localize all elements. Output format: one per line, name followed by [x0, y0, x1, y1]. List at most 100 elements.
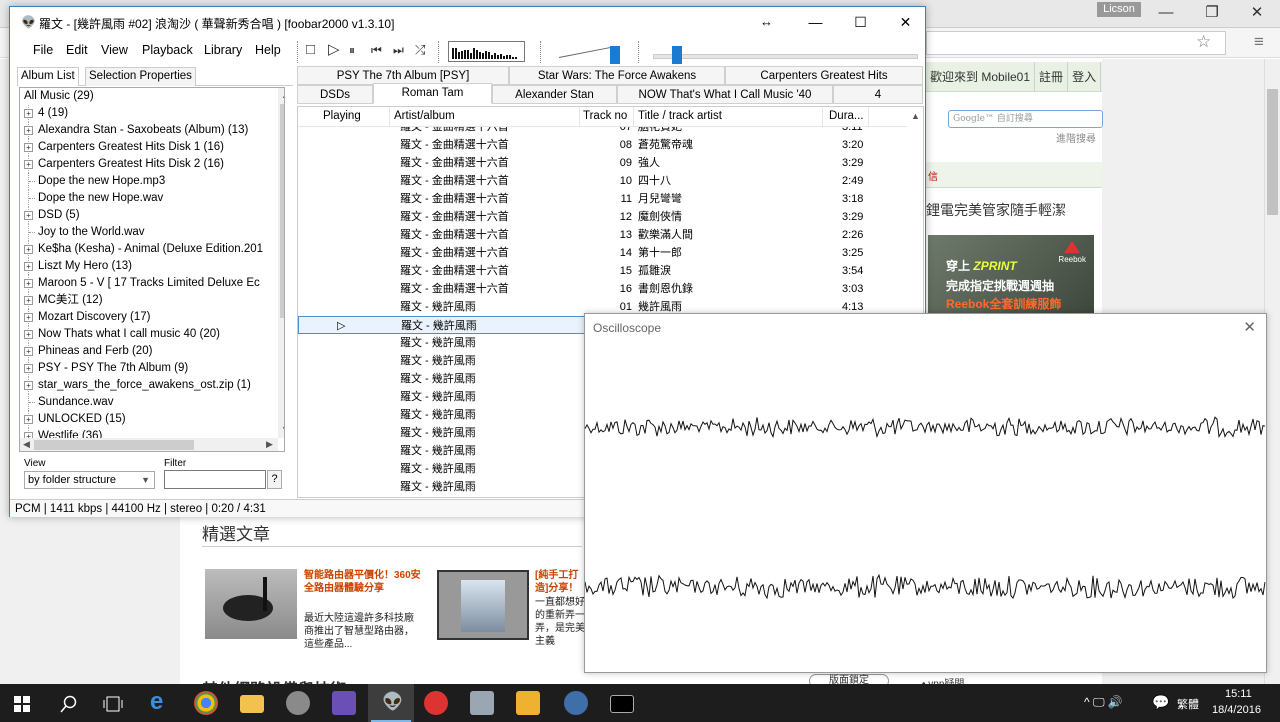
random-button[interactable]: ⤮	[415, 42, 425, 58]
previous-button[interactable]: ⏮	[371, 42, 382, 58]
col-duration[interactable]: Dura...	[829, 110, 864, 122]
menu-view[interactable]: View	[101, 43, 128, 57]
menu-file[interactable]: File	[33, 43, 53, 57]
volume-slider-handle[interactable]	[610, 46, 620, 64]
volume-track[interactable]	[558, 45, 617, 58]
tab-roman-tam[interactable]: Roman Tam	[373, 83, 492, 104]
album-list-tree[interactable]: + Westlife (36) + UNLOCKED (15) Sundance.wav…	[19, 87, 285, 452]
expand-icon[interactable]: +	[24, 109, 33, 118]
search-icon[interactable]	[60, 695, 78, 713]
expand-icon[interactable]: +	[24, 313, 33, 322]
tab-dsds[interactable]: DSDs	[297, 85, 373, 104]
playlist-row[interactable]: 羅文 - 金曲精選十六首 10 四十八 2:49	[298, 172, 907, 190]
input-language[interactable]: 繁體	[1177, 696, 1199, 712]
tab-now-music-40[interactable]: NOW That's What I Call Music '40	[617, 85, 833, 104]
expand-icon[interactable]: +	[24, 415, 33, 424]
article-title[interactable]: [純手工打造]分享！	[535, 569, 585, 595]
close-button[interactable]: ✕	[883, 7, 928, 37]
title-bar[interactable]: 👽 羅文 - [幾許風雨 #02] 浪淘沙 ( 華聲新秀合唱 ) [foobar…	[10, 7, 925, 37]
google-search-input[interactable]: Google™ 自訂搜尋	[948, 110, 1103, 128]
filter-help-button[interactable]: ?	[267, 470, 282, 489]
expand-icon[interactable]: +	[24, 143, 33, 152]
oscilloscope-window[interactable]: Oscilloscope ✕	[584, 313, 1267, 673]
expand-icon[interactable]: +	[24, 211, 33, 220]
foobar-taskbar-button[interactable]: 👽	[368, 684, 414, 722]
seek-handle[interactable]	[672, 46, 682, 64]
play-button[interactable]: ▷	[328, 42, 340, 58]
article-thumbnail-case[interactable]	[437, 570, 529, 640]
tab-carpenters[interactable]: Carpenters Greatest Hits	[725, 66, 923, 85]
expand-icon[interactable]: +	[24, 126, 33, 135]
windows-start-icon[interactable]	[14, 696, 30, 712]
playlist-row[interactable]: 羅文 - 金曲精選十六首 12 魔劍俠情 3:29	[298, 208, 907, 226]
address-bar[interactable]	[926, 31, 1226, 55]
ad-title[interactable]: 鋰電完美管家隨手輕潔	[926, 200, 1066, 220]
browser-menu-icon[interactable]: ≡	[1254, 32, 1264, 52]
login-link[interactable]: 登入	[1068, 62, 1102, 92]
playlist-row[interactable]: 羅文 - 金曲精選十六首 14 第十一郎 3:25	[298, 244, 907, 262]
tab-selection-properties[interactable]: Selection Properties	[85, 67, 196, 86]
playlist-row[interactable]: 羅文 - 金曲精選十六首 09 強人 3:29	[298, 154, 907, 172]
register-link[interactable]: 註冊	[1035, 62, 1069, 92]
expand-icon[interactable]: +	[24, 381, 33, 390]
browser-restore-button[interactable]: ❐	[1189, 0, 1235, 28]
edge-icon[interactable]: e	[150, 688, 163, 716]
playlist-row[interactable]: 羅文 - 金曲精選十六首 11 月兒彎彎 3:18	[298, 190, 907, 208]
next-button[interactable]: ⏭	[393, 42, 404, 58]
col-track-no[interactable]: Track no	[583, 110, 627, 122]
close-icon[interactable]: ✕	[1243, 318, 1256, 336]
tab-4[interactable]: 4	[833, 85, 923, 104]
advanced-search-link[interactable]: 進階搜尋	[1056, 130, 1096, 145]
browser-close-button[interactable]: ✕	[1234, 0, 1280, 28]
playlist-row[interactable]: 羅文 - 金曲精選十六首 07 胭花貴妃 3:11	[298, 127, 907, 136]
playlist-row[interactable]: 羅文 - 金曲精選十六首 08 蒼苑驚帝魂 3:20	[298, 136, 907, 154]
menu-library[interactable]: Library	[204, 43, 242, 57]
task-view-icon[interactable]	[103, 696, 123, 712]
article-title[interactable]: 智能路由器平價化！360安全路由器體驗分享	[304, 569, 424, 595]
bookmark-star-icon[interactable]: ☆	[1196, 32, 1211, 52]
menu-help[interactable]: Help	[255, 43, 281, 57]
welcome-link[interactable]: 歡迎來到 Mobile01	[926, 62, 1036, 92]
app-icon[interactable]	[286, 691, 310, 715]
expand-icon[interactable]: +	[24, 364, 33, 373]
visual-studio-icon[interactable]	[332, 691, 356, 715]
stop-button[interactable]: □	[306, 42, 315, 58]
view-dropdown[interactable]: by folder structure ▼	[24, 471, 155, 489]
expand-icon[interactable]: +	[24, 160, 33, 169]
playlist-row[interactable]: 羅文 - 金曲精選十六首 16 書劍恩仇錄 3:03	[298, 280, 907, 298]
expand-icon[interactable]: +	[24, 262, 33, 271]
pause-button[interactable]: ⏸	[349, 42, 355, 58]
tree-vertical-scrollbar[interactable]: ▲▼	[278, 88, 284, 438]
menu-edit[interactable]: Edit	[66, 43, 88, 57]
tab-star-wars[interactable]: Star Wars: The Force Awakens	[509, 66, 725, 85]
menu-playback[interactable]: Playback	[142, 43, 193, 57]
app-icon[interactable]	[516, 691, 540, 715]
notification-icon[interactable]: 💬	[1152, 694, 1169, 711]
col-title[interactable]: Title / track artist	[638, 110, 722, 122]
app-icon[interactable]	[424, 691, 448, 715]
playlist-row[interactable]: 羅文 - 金曲精選十六首 13 歡樂滿人間 2:26	[298, 226, 907, 244]
system-tray-icons[interactable]: ^ 🖵 🔊	[1084, 695, 1123, 710]
app-icon[interactable]	[470, 691, 494, 715]
browser-minimize-button[interactable]: —	[1143, 0, 1189, 28]
seek-bar[interactable]	[653, 54, 918, 59]
clock-date[interactable]: 18/4/2016	[1212, 704, 1261, 716]
expand-icon[interactable]: +	[24, 279, 33, 288]
maximize-button[interactable]: ☐	[838, 7, 883, 37]
clock-time[interactable]: 15:11	[1225, 688, 1252, 700]
article-thumbnail-router[interactable]	[205, 569, 297, 639]
playlist-row[interactable]: 羅文 - 金曲精選十六首 15 孤雛淚 3:54	[298, 262, 907, 280]
tab-album-list[interactable]: Album List	[17, 67, 79, 86]
tree-horizontal-scrollbar[interactable]: ◀ ▶	[20, 438, 278, 451]
col-artist-album[interactable]: Artist/album	[394, 110, 455, 122]
console-icon[interactable]	[610, 695, 634, 713]
expand-icon[interactable]: +	[24, 347, 33, 356]
tab-alexander-stan[interactable]: Alexander Stan	[492, 85, 617, 104]
app-icon[interactable]	[564, 691, 588, 715]
chrome-icon[interactable]	[194, 691, 218, 715]
expand-icon[interactable]: +	[24, 296, 33, 305]
minimize-button[interactable]: —	[793, 7, 838, 37]
browser-profile-badge[interactable]: Licson	[1097, 2, 1141, 17]
col-playing[interactable]: Playing	[323, 110, 361, 122]
filter-input[interactable]	[164, 470, 266, 489]
